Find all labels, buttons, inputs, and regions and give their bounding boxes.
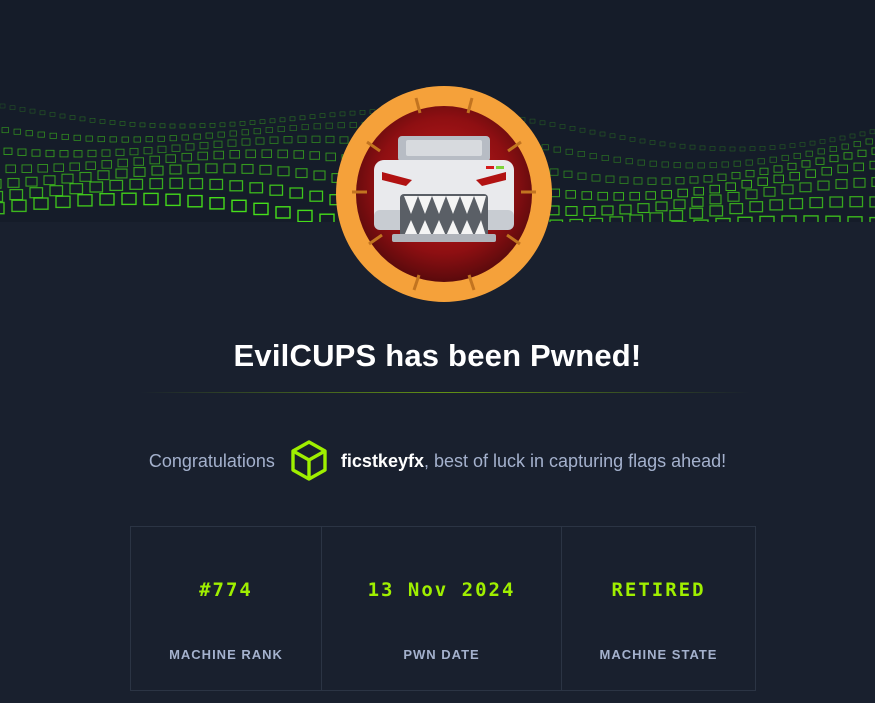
page-title: EvilCUPS has been Pwned! (233, 338, 642, 373)
username-link[interactable]: ficstkeyfx (341, 451, 424, 472)
stats-panel: #774 MACHINE RANK 13 Nov 2024 PWN DATE R… (130, 526, 756, 691)
cube-icon (291, 440, 327, 481)
stat-machine-rank: #774 MACHINE RANK (131, 527, 322, 690)
machine-badge-icon (336, 86, 552, 302)
machine-state-label: MACHINE STATE (599, 647, 718, 662)
congrats-suffix: , best of luck in capturing flags ahead! (423, 450, 727, 471)
congrats-prefix: Congratulations (148, 450, 275, 471)
congratulations-message: Congratulations ficstkeyfx , best of luc… (0, 438, 875, 484)
title-divider (140, 392, 750, 393)
stat-machine-state: RETIRED MACHINE STATE (562, 527, 755, 690)
stat-pwn-date: 13 Nov 2024 PWN DATE (322, 527, 562, 690)
machine-state-value: RETIRED (611, 579, 706, 601)
machine-rank-value: #774 (199, 579, 253, 601)
pwn-date-label: PWN DATE (403, 647, 480, 662)
machine-rank-label: MACHINE RANK (169, 647, 283, 662)
pwn-date-value: 13 Nov 2024 (367, 579, 516, 601)
